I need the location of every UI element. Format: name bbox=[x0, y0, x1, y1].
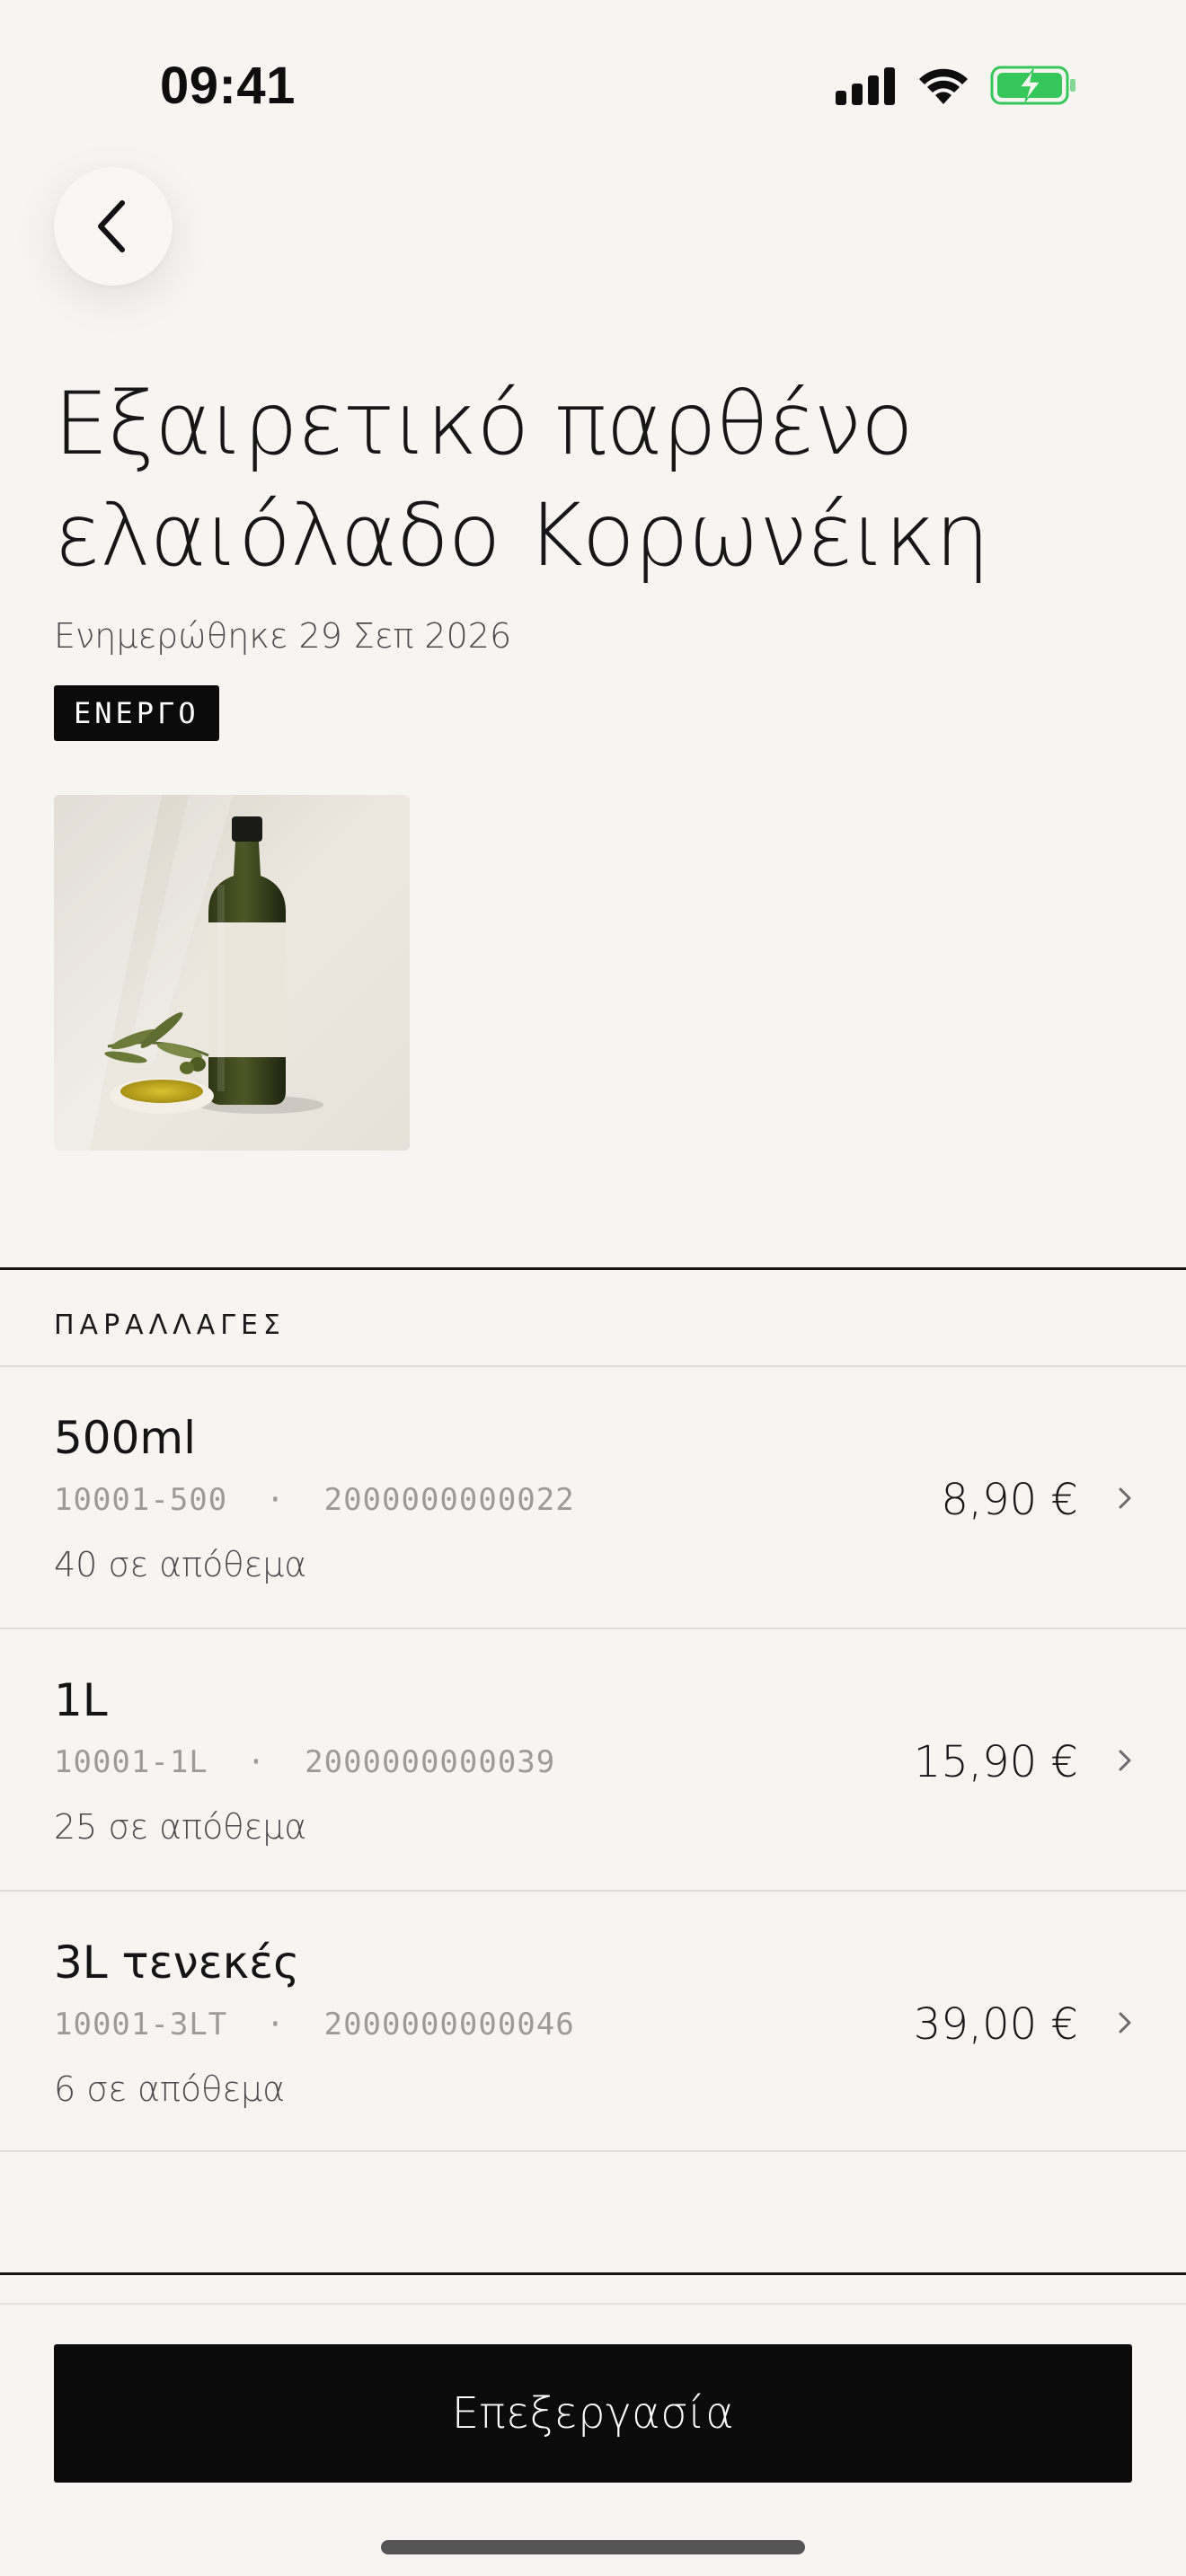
variant-price: 8,90 € bbox=[941, 1475, 1078, 1525]
edit-button[interactable]: Επεξεργασία bbox=[54, 2344, 1132, 2483]
variant-codes: 10001-500 · 2000000000022 bbox=[54, 1482, 575, 1518]
variant-row[interactable]: 3L τενεκές 10001-3LT · 2000000000046 6 σ… bbox=[0, 1890, 1186, 2152]
olive-oil-bottle-image bbox=[54, 795, 410, 1151]
back-button[interactable] bbox=[54, 167, 173, 286]
variant-row[interactable]: 500ml 10001-500 · 2000000000022 40 σε απ… bbox=[0, 1365, 1186, 1628]
product-detail-screen: 09:41 Εξαιρετικό παρθένο ελαιόλαδο Κορων… bbox=[0, 0, 1186, 2576]
variant-barcode: 2000000000039 bbox=[305, 1744, 556, 1780]
variant-stock: 40 σε απόθεμα bbox=[54, 1545, 307, 1584]
variant-name: 3L τενεκές bbox=[54, 1936, 300, 1989]
updated-date: Ενημερώθηκε 29 Σεπ 2026 bbox=[54, 616, 512, 656]
cellular-signal-icon bbox=[836, 67, 895, 105]
variant-sku: 10001-500 bbox=[54, 1482, 228, 1518]
variant-row[interactable]: 1L 10001-1L · 2000000000039 25 σε απόθεμ… bbox=[0, 1628, 1186, 1890]
variant-codes: 10001-3LT · 2000000000046 bbox=[54, 2007, 575, 2042]
bottom-bar-divider bbox=[0, 2303, 1186, 2305]
status-icons bbox=[836, 65, 1078, 106]
product-title: Εξαιρετικό παρθένο ελαιόλαδο Κορωνέικη bbox=[54, 374, 990, 586]
battery-charging-icon bbox=[990, 66, 1075, 105]
variant-sku: 10001-3LT bbox=[54, 2007, 228, 2042]
variant-price: 15,90 € bbox=[913, 1737, 1078, 1787]
chevron-right-icon bbox=[1119, 1750, 1131, 1771]
variant-barcode: 2000000000046 bbox=[323, 2007, 575, 2042]
variant-name: 500ml bbox=[54, 1412, 197, 1464]
chevron-left-icon bbox=[98, 200, 125, 252]
variant-codes: 10001-1L · 2000000000039 bbox=[54, 1744, 556, 1780]
status-badge: ΕΝΕΡΓΟ bbox=[54, 685, 219, 741]
variants-section-label: ΠΑΡΑΛΛΑΓΕΣ bbox=[54, 1310, 286, 1341]
chevron-right-icon bbox=[1119, 2012, 1131, 2033]
variants-list: 500ml 10001-500 · 2000000000022 40 σε απ… bbox=[0, 1365, 1186, 2152]
home-indicator[interactable] bbox=[381, 2540, 805, 2554]
status-time: 09:41 bbox=[160, 57, 296, 115]
variant-barcode: 2000000000022 bbox=[323, 1482, 575, 1518]
product-image bbox=[54, 795, 410, 1151]
section-divider bbox=[0, 1267, 1186, 1270]
variant-name: 1L bbox=[54, 1674, 108, 1726]
variant-stock: 6 σε απόθεμα bbox=[54, 2069, 286, 2109]
variant-price: 39,00 € bbox=[913, 1999, 1078, 2050]
wifi-icon bbox=[919, 68, 968, 104]
chevron-right-icon bbox=[1119, 1487, 1131, 1509]
variant-stock: 25 σε απόθεμα bbox=[54, 1807, 307, 1847]
status-bar: 09:41 bbox=[0, 0, 1186, 171]
variant-sku: 10001-1L bbox=[54, 1744, 208, 1780]
content-end-divider bbox=[0, 2272, 1186, 2275]
